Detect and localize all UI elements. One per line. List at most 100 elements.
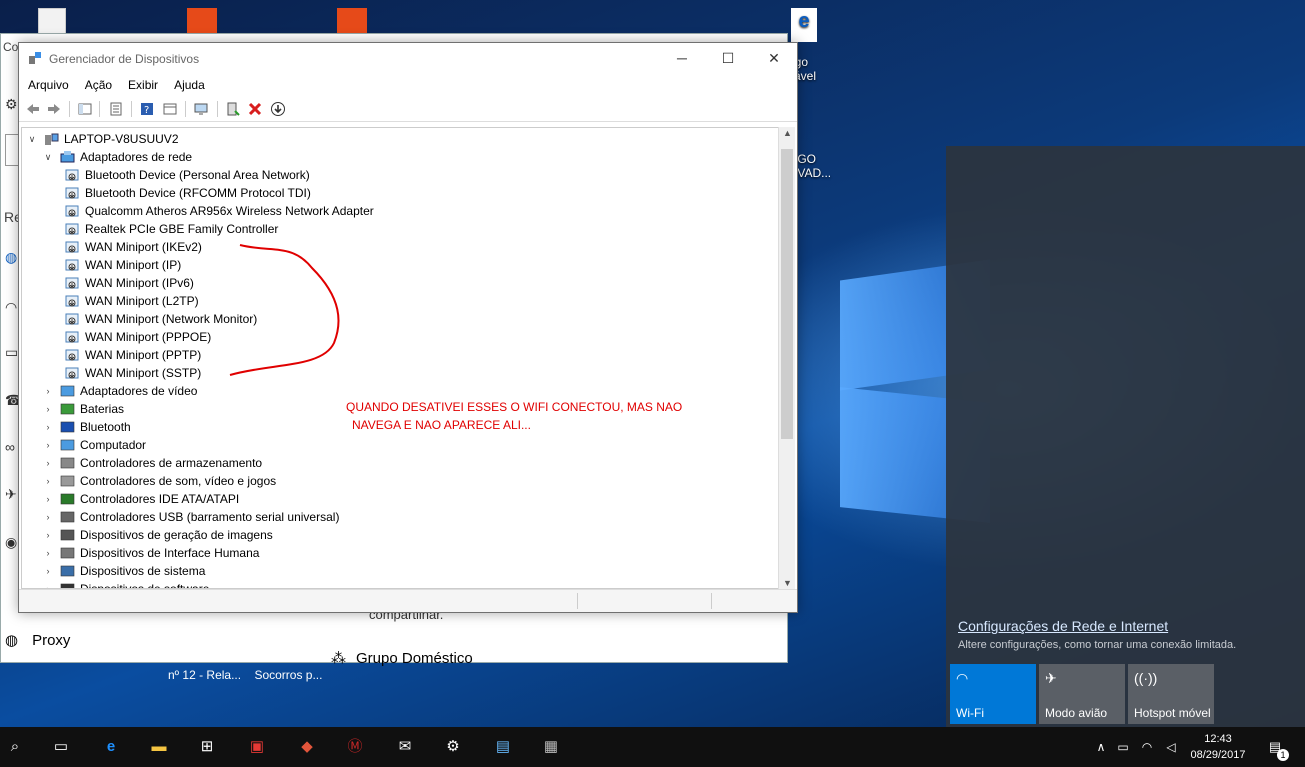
network-tool-icon[interactable]: ▦: [540, 736, 562, 758]
chevron-down-icon[interactable]: ∨: [26, 130, 38, 148]
clock-date: 08/29/2017: [1190, 749, 1246, 761]
update-driver-icon[interactable]: [225, 101, 241, 117]
tree-item-label: WAN Miniport (Network Monitor): [85, 312, 258, 326]
network-adapter-icon: [65, 367, 79, 379]
desktop-cut-label: Socorros p...: [254, 668, 323, 682]
help-icon[interactable]: ?: [139, 101, 155, 117]
close-button[interactable]: ✕: [751, 43, 797, 73]
chevron-down-icon[interactable]: ∨: [42, 148, 54, 166]
chevron-right-icon[interactable]: ›: [42, 490, 54, 508]
chevron-right-icon[interactable]: ›: [42, 580, 54, 588]
menu-acao[interactable]: Ação: [76, 75, 119, 95]
title-bar[interactable]: Gerenciador de Dispositivos ─ ☐ ✕: [19, 43, 797, 75]
menu-ajuda[interactable]: Ajuda: [165, 75, 212, 95]
clock-time: 12:43: [1204, 733, 1232, 745]
view-icon[interactable]: [162, 101, 178, 117]
homegroup-icon: ⁂: [331, 650, 346, 667]
chevron-right-icon[interactable]: ›: [42, 544, 54, 562]
toolbar-separator: [185, 101, 186, 117]
uninstall-icon[interactable]: [247, 101, 263, 117]
disable-device-icon[interactable]: [270, 101, 286, 117]
annotation-line: QUANDO DESATIVEI ESSES O WIFI CONECTOU, …: [346, 400, 683, 414]
chevron-right-icon[interactable]: ›: [42, 382, 54, 400]
search-box-fragment[interactable]: [5, 134, 18, 166]
app-icon[interactable]: ◆: [296, 736, 318, 758]
window-title: Gerenciador de Dispositivos: [49, 52, 200, 66]
settings-nav-proxy[interactable]: ◍ Proxy: [5, 631, 70, 650]
chevron-right-icon[interactable]: ›: [42, 472, 54, 490]
tree-item-label: Adaptadores de rede: [80, 150, 193, 164]
chevron-right-icon[interactable]: ›: [42, 418, 54, 436]
chevron-right-icon[interactable]: ›: [42, 508, 54, 526]
quick-action-airplane[interactable]: ✈ Modo avião: [1039, 664, 1125, 724]
device-manager-window: Gerenciador de Dispositivos ─ ☐ ✕ Arquiv…: [18, 42, 798, 613]
menu-exibir[interactable]: Exibir: [119, 75, 165, 95]
chevron-right-icon[interactable]: ›: [42, 526, 54, 544]
device-category-icon: [60, 565, 75, 577]
volume-icon[interactable]: ◁: [1160, 736, 1182, 758]
tree-item-label: Controladores de armazenamento: [80, 456, 263, 470]
search-icon[interactable]: ⌕: [4, 736, 26, 758]
mail-icon[interactable]: ✉: [394, 736, 416, 758]
desktop-cut-labels: nº 12 - Rela... Socorros p...: [168, 668, 322, 682]
settings-link-grupo-domestico[interactable]: ⁂ Grupo Doméstico: [331, 649, 473, 668]
chevron-right-icon[interactable]: ›: [42, 400, 54, 418]
desktop-cut-label: nº 12 - Rela...: [168, 668, 242, 682]
quick-action-wifi[interactable]: ◠ Wi-Fi: [950, 664, 1036, 724]
grupo-domestico-label: Grupo Doméstico: [356, 649, 473, 667]
tree-item-label: Qualcomm Atheros AR956x Wireless Network…: [85, 204, 374, 218]
notification-badge: 1: [1277, 749, 1289, 761]
scan-hardware-icon[interactable]: [193, 101, 209, 117]
toolbar: ?: [19, 97, 797, 122]
tree-item-label: WAN Miniport (IPv6): [85, 276, 194, 290]
tree-item-label: Computador: [80, 438, 147, 452]
device-category-icon: [60, 493, 75, 505]
quick-action-hotspot[interactable]: ((·)) Hotspot móvel: [1128, 664, 1214, 724]
chevron-right-icon[interactable]: ›: [42, 436, 54, 454]
globe-icon: ◍: [5, 632, 19, 649]
scroll-thumb[interactable]: [781, 149, 793, 439]
file-explorer-icon[interactable]: ▬: [148, 736, 170, 758]
wifi-tray-icon[interactable]: ◠: [1136, 736, 1158, 758]
edge-icon[interactable]: e: [100, 736, 122, 758]
show-hide-tree-icon[interactable]: [77, 101, 93, 117]
forward-arrow-icon[interactable]: [46, 101, 62, 117]
settings-gear-icon[interactable]: ⚙: [442, 736, 464, 758]
chevron-right-icon[interactable]: ›: [42, 562, 54, 580]
device-tree[interactable]: ∨ LAPTOP-V8USUUV2 ∨ Adaptadores de rede Blue…: [21, 127, 779, 589]
annotation-line: NAVEGA E NAO APARECE ALI...: [352, 418, 531, 432]
chevron-up-icon[interactable]: ∧: [1090, 736, 1112, 758]
vertical-scrollbar[interactable]: ▲ ▼: [778, 127, 795, 589]
tree-item-label: WAN Miniport (L2TP): [85, 294, 199, 308]
network-adapter-icon: [65, 259, 79, 271]
device-category-icon: [60, 475, 75, 487]
tree-item-label: WAN Miniport (IP): [85, 258, 182, 272]
device-manager-taskbar-icon[interactable]: ▤: [492, 736, 514, 758]
settings-title-fragment: Co: [3, 40, 19, 54]
mcafee-icon[interactable]: Ⓜ: [344, 736, 366, 758]
chevron-right-icon[interactable]: ›: [42, 454, 54, 472]
network-adapter-icon: [65, 277, 79, 289]
maximize-button[interactable]: ☐: [705, 43, 751, 73]
tree-item-label: Controladores IDE ATA/ATAPI: [80, 492, 240, 506]
reader-icon[interactable]: ▣: [246, 736, 268, 758]
back-arrow-icon[interactable]: [25, 101, 41, 117]
scroll-down-arrow[interactable]: ▼: [779, 578, 796, 588]
properties-icon[interactable]: [108, 101, 124, 117]
minimize-button[interactable]: ─: [659, 43, 705, 73]
desktop-icon-pdf[interactable]: e: [784, 8, 824, 44]
battery-icon[interactable]: ▭: [1112, 736, 1134, 758]
quick-action-label: Wi-Fi: [956, 706, 984, 720]
tree-item-label: Realtek PCIe GBE Family Controller: [85, 222, 279, 236]
menu-arquivo[interactable]: Arquivo: [19, 75, 76, 95]
network-settings-link[interactable]: Configurações de Rede e Internet: [958, 618, 1168, 634]
task-view-icon[interactable]: ▭: [50, 736, 72, 758]
network-adapter-icon: [65, 241, 79, 253]
store-icon[interactable]: ⊞: [196, 736, 218, 758]
scroll-up-arrow[interactable]: ▲: [779, 128, 796, 138]
tree-item-label: Bluetooth: [80, 420, 131, 434]
computer-icon: [45, 133, 59, 145]
status-separator: [711, 593, 712, 609]
device-category-icon: [60, 151, 75, 163]
system-clock[interactable]: 12:43 08/29/2017: [1188, 731, 1248, 763]
